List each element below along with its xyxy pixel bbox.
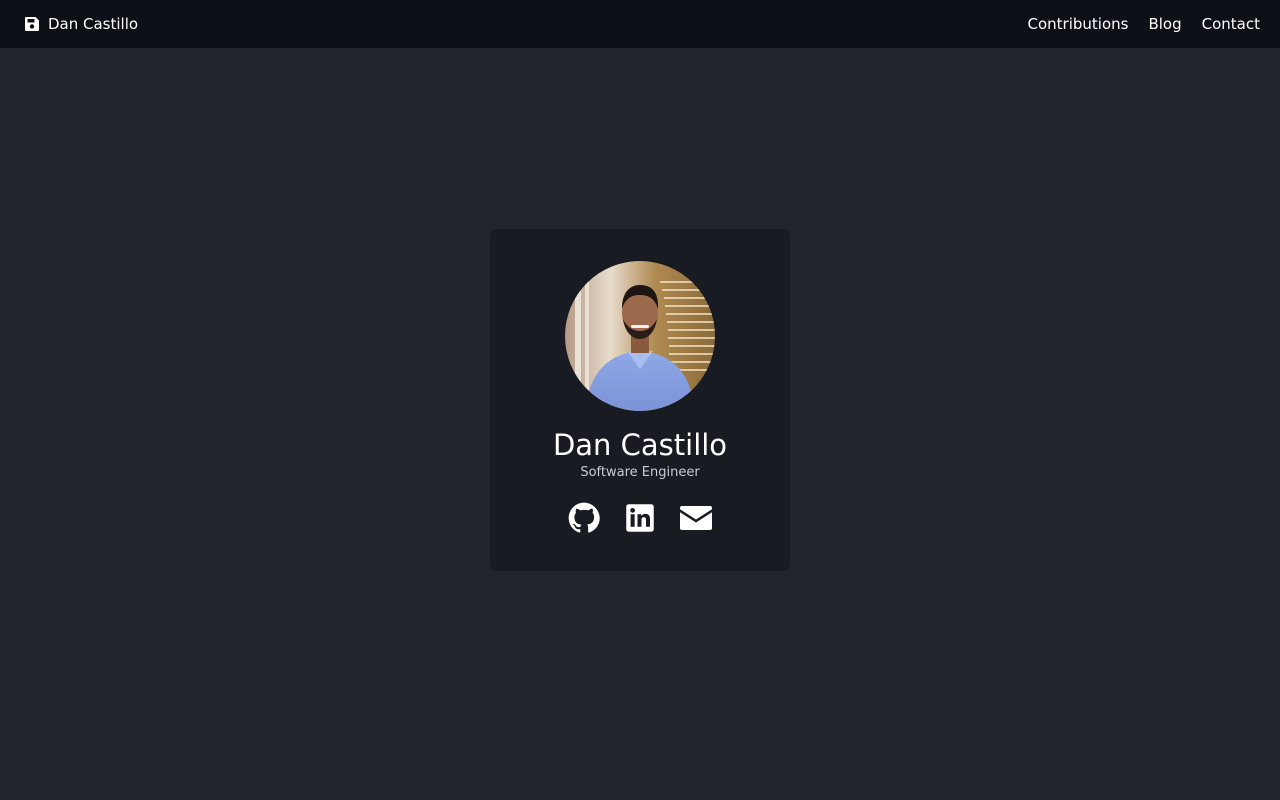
github-link[interactable] [568,502,600,538]
nav-link-blog[interactable]: Blog [1148,15,1181,33]
navbar: Dan Castillo Contributions Blog Contact [0,0,1280,48]
envelope-icon [680,505,712,535]
profile-name: Dan Castillo [552,428,728,462]
linkedin-link[interactable] [624,504,656,536]
profile-card: Dan Castillo Software Engineer [490,229,790,571]
linkedin-icon [625,503,655,537]
nav-links: Contributions Blog Contact [1028,15,1260,33]
github-icon [568,502,600,538]
social-links [568,502,712,538]
profile-title: Software Engineer [580,465,700,480]
email-link[interactable] [680,504,712,536]
nav-link-contributions[interactable]: Contributions [1028,15,1129,33]
avatar [565,261,715,411]
brand-link[interactable]: Dan Castillo [24,15,138,33]
floppy-disk-icon [24,16,40,32]
nav-link-contact[interactable]: Contact [1202,15,1260,33]
brand-label: Dan Castillo [48,15,139,33]
